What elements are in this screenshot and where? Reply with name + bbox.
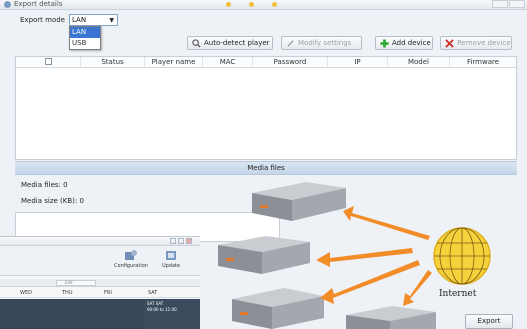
internet-label: Internet	[439, 289, 477, 299]
arrows-icon	[316, 206, 432, 306]
export-button[interactable]: Export	[465, 314, 513, 329]
media-player-4-icon	[346, 306, 436, 329]
network-illustration	[218, 182, 491, 329]
media-player-1-icon	[252, 182, 346, 221]
internet-globe-icon	[433, 227, 491, 285]
export-details-screen: Export details Export mode LAN ▼ LAN USB…	[0, 0, 527, 329]
media-player-3-icon	[232, 288, 324, 329]
media-player-2-icon	[218, 236, 310, 274]
